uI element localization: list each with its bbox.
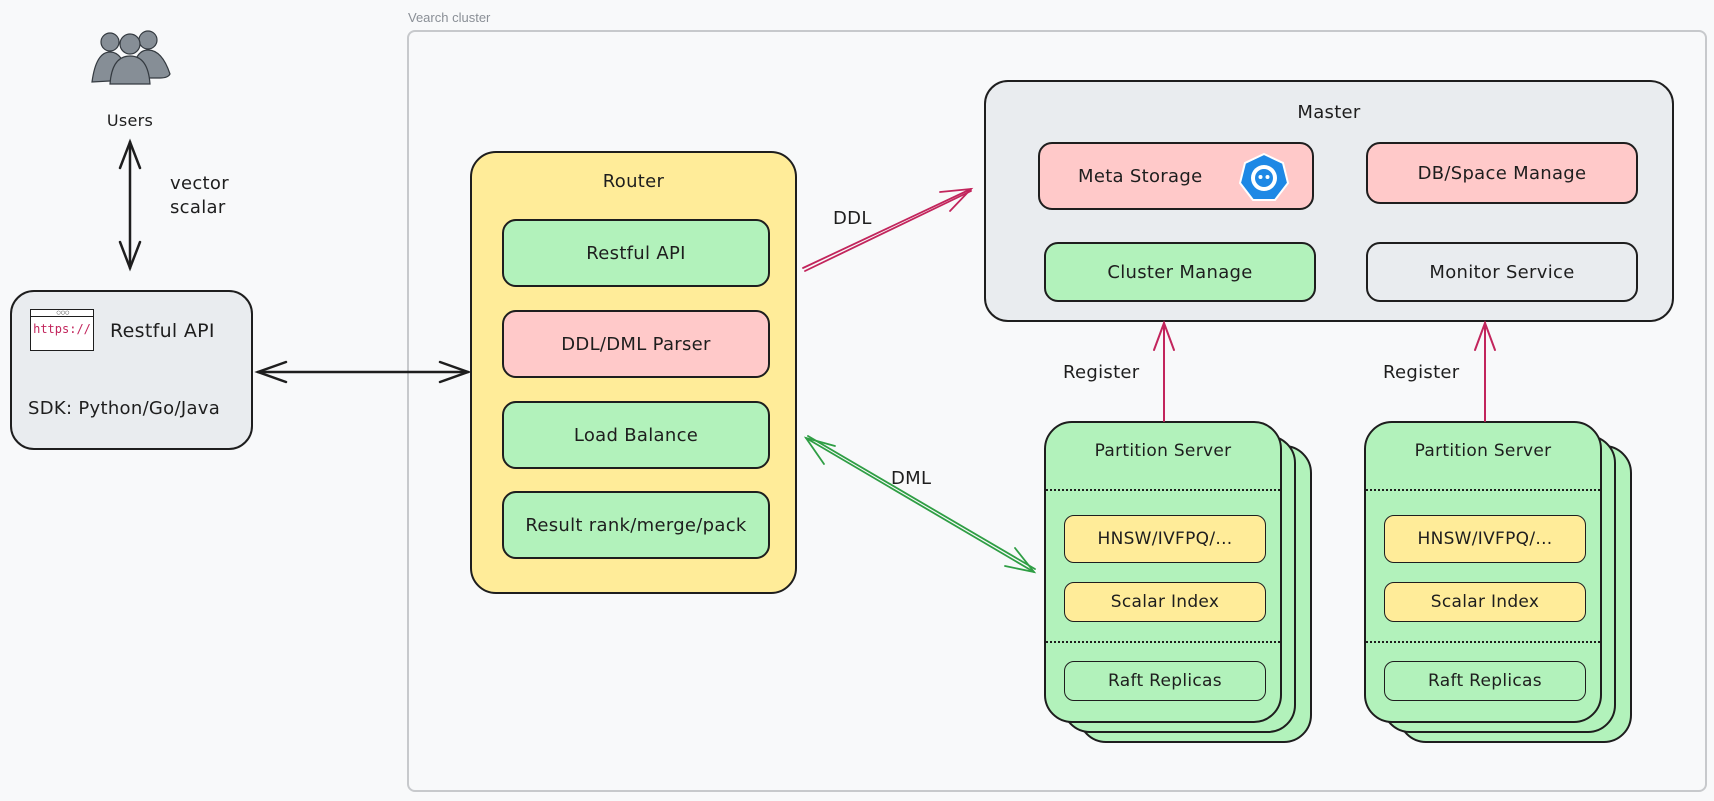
etcd-icon xyxy=(1238,152,1290,204)
partition-server-2-title: Partition Server xyxy=(1414,441,1552,461)
scalar-index-2[interactable]: Scalar Index xyxy=(1384,582,1586,622)
master-box: Master Meta Storage DB/Space Manage Clus… xyxy=(984,80,1674,322)
master-item-monitor[interactable]: Monitor Service xyxy=(1366,242,1638,302)
client-sdk: SDK: Python/Go/Java xyxy=(28,398,221,419)
users-icon xyxy=(88,28,174,86)
client-box: ○○○ https:// Restful API SDK: Python/Go/… xyxy=(10,290,253,450)
router-item-parser[interactable]: DDL/DML Parser xyxy=(502,310,770,378)
users-client-arrow xyxy=(118,138,142,272)
master-item-cluster-manage[interactable]: Cluster Manage xyxy=(1044,242,1316,302)
ddl-label: DDL xyxy=(833,208,872,229)
divider xyxy=(1366,489,1600,491)
router-item-result[interactable]: Result rank/merge/pack xyxy=(502,491,770,559)
register-label-right: Register xyxy=(1383,362,1460,383)
divider xyxy=(1046,641,1280,643)
partition-server-2[interactable]: Partition Server HNSW/IVFPQ/... Scalar I… xyxy=(1364,421,1602,723)
router-item-restful-api[interactable]: Restful API xyxy=(502,219,770,287)
browser-https-icon: ○○○ https:// xyxy=(30,309,94,351)
master-title: Master xyxy=(1297,102,1361,123)
raft-replicas-1[interactable]: Raft Replicas xyxy=(1064,661,1266,701)
master-item-db-space[interactable]: DB/Space Manage xyxy=(1366,142,1638,204)
partition-server-1[interactable]: Partition Server HNSW/IVFPQ/... Scalar I… xyxy=(1044,421,1282,723)
client-title: Restful API xyxy=(110,320,215,342)
partition-server-1-title: Partition Server xyxy=(1094,441,1232,461)
divider xyxy=(1366,641,1600,643)
https-text: https:// xyxy=(33,322,91,336)
cluster-label: Vearch cluster xyxy=(408,10,491,25)
dml-label: DML xyxy=(891,468,932,489)
router-item-load-balance[interactable]: Load Balance xyxy=(502,401,770,469)
router-title: Router xyxy=(602,171,665,192)
scalar-index-1[interactable]: Scalar Index xyxy=(1064,582,1266,622)
master-item-meta-storage[interactable]: Meta Storage xyxy=(1038,142,1314,210)
divider xyxy=(1046,489,1280,491)
edge-label-scalar: scalar xyxy=(170,197,226,218)
raft-replicas-2[interactable]: Raft Replicas xyxy=(1384,661,1586,701)
users-label: Users xyxy=(106,111,154,130)
edge-label-vector: vector xyxy=(170,173,229,194)
router-box: Router Restful API DDL/DML Parser Load B… xyxy=(470,151,797,594)
vector-index-1[interactable]: HNSW/IVFPQ/... xyxy=(1064,515,1266,563)
register-label-left: Register xyxy=(1063,362,1140,383)
vector-index-2[interactable]: HNSW/IVFPQ/... xyxy=(1384,515,1586,563)
users-edge-label: vector scalar xyxy=(170,172,229,220)
